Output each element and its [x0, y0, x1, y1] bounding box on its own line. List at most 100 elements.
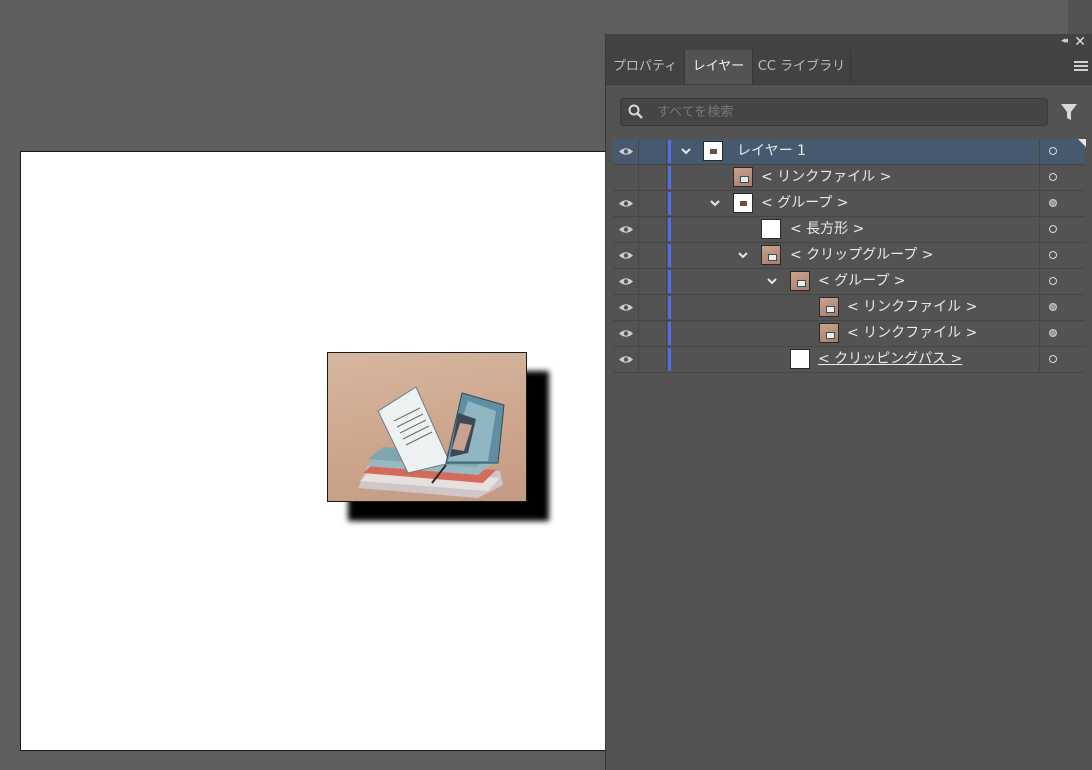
- layer-thumbnail: [703, 141, 723, 161]
- lock-toggle[interactable]: [639, 347, 667, 372]
- layer-color-bar: [668, 322, 671, 345]
- target-cell[interactable]: [1039, 347, 1086, 372]
- layer-name[interactable]: < クリップグループ >: [790, 243, 934, 268]
- layer-row-rectangle[interactable]: < 長方形 >: [613, 217, 1085, 243]
- layer-row-linked-file[interactable]: < リンクファイル >: [613, 321, 1085, 347]
- layer-color-bar: [668, 270, 671, 293]
- chevron-down-icon[interactable]: [766, 276, 778, 286]
- lock-toggle[interactable]: [639, 139, 667, 164]
- target-cell[interactable]: [1039, 321, 1086, 346]
- layer-color-bar: [668, 296, 671, 319]
- layer-name[interactable]: < グループ >: [818, 269, 906, 294]
- visibility-toggle[interactable]: [613, 269, 639, 294]
- search-box[interactable]: [620, 98, 1048, 126]
- visibility-toggle[interactable]: [613, 165, 639, 190]
- target-cell[interactable]: [1039, 139, 1086, 164]
- filter-icon[interactable]: [1060, 102, 1078, 122]
- target-icon[interactable]: [1049, 329, 1057, 337]
- close-icon[interactable]: ✕: [1074, 34, 1086, 50]
- layer-row-clipping-path[interactable]: < クリッピングパス >: [613, 347, 1085, 373]
- layer-name[interactable]: < リンクファイル >: [847, 321, 977, 346]
- book-photo: [358, 386, 505, 498]
- layer-thumbnail: [761, 245, 781, 265]
- layer-color-bar: [668, 192, 671, 215]
- tab-layers[interactable]: レイヤー: [685, 50, 753, 84]
- target-cell[interactable]: [1039, 217, 1086, 242]
- layer-name[interactable]: < リンクファイル >: [847, 295, 977, 320]
- eye-icon: [619, 200, 633, 207]
- visibility-toggle[interactable]: [613, 139, 639, 164]
- layer-name[interactable]: < リンクファイル >: [761, 165, 891, 190]
- visibility-toggle[interactable]: [613, 321, 639, 346]
- lock-toggle[interactable]: [639, 321, 667, 346]
- target-icon[interactable]: [1049, 199, 1057, 207]
- layer-thumbnail: [733, 167, 753, 187]
- layer-name[interactable]: レイヤー 1: [737, 139, 806, 164]
- layer-thumbnail: [819, 323, 839, 343]
- lock-toggle[interactable]: [639, 191, 667, 216]
- layer-name[interactable]: < クリッピングパス >: [818, 347, 962, 372]
- target-icon[interactable]: [1049, 173, 1057, 181]
- layer-name[interactable]: < グループ >: [761, 191, 849, 216]
- workspace-edge: [1068, 0, 1092, 34]
- layer-row-linked-file[interactable]: < リンクファイル >: [613, 165, 1085, 191]
- chevron-down-icon[interactable]: [709, 198, 721, 208]
- tab-cc-libraries[interactable]: CC ライブラリ: [753, 50, 851, 84]
- chevron-down-icon[interactable]: [680, 146, 692, 156]
- eye-icon: [619, 252, 633, 259]
- layer-list: レイヤー 1 < リンクファイル > < グループ > < 長方形 > < クリ…: [613, 139, 1086, 373]
- layer-color-bar: [668, 140, 671, 163]
- search-icon: [628, 104, 643, 119]
- eye-icon: [619, 356, 633, 363]
- layer-thumbnail: [733, 193, 753, 213]
- panel-header: ◂◂ ✕: [606, 34, 1092, 50]
- target-icon[interactable]: [1049, 251, 1057, 259]
- placed-book-image[interactable]: [327, 352, 527, 502]
- search-input[interactable]: [657, 99, 1037, 125]
- layers-panel: ◂◂ ✕ プロパティ レイヤー CC ライブラリ すべてを検索 レイヤー 1 <…: [605, 34, 1092, 770]
- visibility-toggle[interactable]: [613, 191, 639, 216]
- visibility-toggle[interactable]: [613, 295, 639, 320]
- eye-icon: [619, 330, 633, 337]
- tab-properties[interactable]: プロパティ: [606, 50, 685, 84]
- target-cell[interactable]: [1039, 295, 1086, 320]
- visibility-toggle[interactable]: [613, 243, 639, 268]
- layer-color-bar: [668, 166, 671, 189]
- target-cell[interactable]: [1039, 165, 1086, 190]
- chevron-down-icon[interactable]: [737, 250, 749, 260]
- target-cell[interactable]: [1039, 191, 1086, 216]
- layer-row-linked-file[interactable]: < リンクファイル >: [613, 295, 1085, 321]
- visibility-toggle[interactable]: [613, 217, 639, 242]
- eye-icon: [619, 304, 633, 311]
- layer-thumbnail: [790, 349, 810, 369]
- layer-row-group[interactable]: < グループ >: [613, 191, 1085, 217]
- lock-toggle[interactable]: [639, 217, 667, 242]
- layer-name[interactable]: < 長方形 >: [790, 217, 864, 242]
- lock-toggle[interactable]: [639, 269, 667, 294]
- lock-toggle[interactable]: [639, 295, 667, 320]
- target-cell[interactable]: [1039, 243, 1086, 268]
- lock-toggle[interactable]: [639, 243, 667, 268]
- layer-thumbnail: [761, 219, 781, 239]
- target-icon[interactable]: [1049, 147, 1057, 155]
- visibility-toggle[interactable]: [613, 347, 639, 372]
- layer-row-layer-1[interactable]: レイヤー 1: [613, 139, 1086, 165]
- eye-icon: [619, 226, 633, 233]
- eye-icon: [619, 278, 633, 285]
- target-icon[interactable]: [1049, 303, 1057, 311]
- collapse-panel-icon[interactable]: ◂◂: [1061, 36, 1068, 46]
- canvas-workspace[interactable]: ◂◂ ✕ プロパティ レイヤー CC ライブラリ すべてを検索 レイヤー 1 <…: [0, 0, 1092, 770]
- target-cell[interactable]: [1039, 269, 1086, 294]
- layer-row-clip-group[interactable]: < クリップグループ >: [613, 243, 1085, 269]
- layer-row-group-nested[interactable]: < グループ >: [613, 269, 1085, 295]
- target-icon[interactable]: [1049, 225, 1057, 233]
- layer-color-bar: [668, 218, 671, 241]
- target-icon[interactable]: [1049, 277, 1057, 285]
- selection-indicator: [1078, 139, 1086, 147]
- layer-color-bar: [668, 348, 671, 371]
- panel-menu-icon[interactable]: [1074, 61, 1088, 73]
- target-icon[interactable]: [1049, 355, 1057, 363]
- layer-thumbnail: [819, 297, 839, 317]
- lock-toggle[interactable]: [639, 165, 667, 190]
- layer-thumbnail: [790, 271, 810, 291]
